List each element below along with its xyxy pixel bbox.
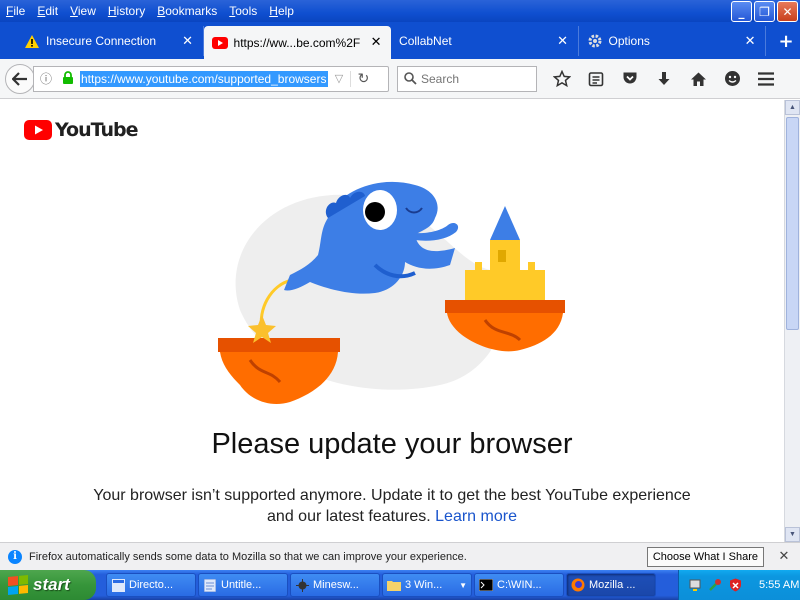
network-icon[interactable] (687, 577, 703, 593)
close-window-button[interactable]: ✕ (777, 1, 798, 22)
youtube-logo-text: YouTube (55, 119, 138, 141)
youtube-logo-icon (24, 120, 52, 140)
scroll-down-icon[interactable]: ▼ (785, 527, 800, 542)
search-input[interactable] (421, 71, 531, 86)
warning-icon (24, 33, 40, 49)
back-arrow-icon (12, 71, 27, 86)
minesweeper-icon (295, 578, 309, 592)
choose-what-i-share-button[interactable]: Choose What I Share (646, 546, 764, 567)
task-minesweeper[interactable]: Minesw... (290, 573, 380, 597)
url-dropdown-icon[interactable]: ▽ (328, 72, 350, 85)
search-box[interactable] (397, 65, 537, 92)
scroll-thumb[interactable] (786, 117, 799, 330)
bookmark-star-icon[interactable] (545, 64, 579, 94)
info-icon[interactable]: ⓘ (40, 70, 58, 87)
tab-youtube[interactable]: https://ww...be.com%2F ✕ (203, 26, 392, 59)
task-label: Minesw... (313, 579, 359, 591)
home-icon[interactable] (681, 64, 715, 94)
task-label: Mozilla ... (589, 579, 636, 591)
tab-close-icon[interactable]: ✕ (743, 34, 757, 49)
group-chevron-icon: ▼ (459, 580, 467, 590)
back-button[interactable] (5, 63, 35, 94)
tab-close-icon[interactable]: ✕ (556, 34, 570, 49)
folder-icon (387, 578, 401, 592)
task-label: 3 Win... (405, 579, 443, 591)
navigation-toolbar: ⓘ ▽ ↻ (0, 59, 800, 99)
taskbar-tasks: Directo... Untitle... Minesw... 3 Win...… (106, 573, 658, 597)
task-label: Untitle... (221, 579, 262, 591)
youtube-icon (211, 35, 228, 51)
tab-label: Options (608, 34, 650, 48)
gear-icon (587, 33, 603, 49)
pocket-icon[interactable] (613, 64, 647, 94)
body-message: Your browser isn’t supported anymore. Up… (93, 487, 691, 525)
page-heading: Please update your browser (211, 428, 573, 460)
menu-history[interactable]: History (102, 4, 151, 18)
url-input[interactable] (80, 70, 328, 87)
menu-help[interactable]: Help (263, 4, 300, 18)
ie-icon (111, 578, 125, 592)
new-tab-button[interactable]: + (772, 26, 800, 56)
start-label: start (33, 575, 70, 594)
tab-strip: Insecure Connection ✕ https://ww...be.co… (0, 22, 800, 59)
scroll-up-icon[interactable]: ▲ (785, 100, 800, 115)
start-button[interactable]: start (0, 570, 96, 600)
page-body-text: Your browser isn’t supported anymore. Up… (92, 485, 692, 527)
tab-insecure-connection[interactable]: Insecure Connection ✕ (16, 26, 204, 56)
search-icon (404, 72, 417, 85)
menu-tools[interactable]: Tools (223, 4, 263, 18)
taskbar: start Directo... Untitle... Minesw... 3 … (0, 570, 800, 600)
tab-collabnet[interactable]: CollabNet ✕ (391, 26, 579, 56)
tab-label: CollabNet (399, 34, 452, 48)
tab-options[interactable]: Options ✕ (579, 26, 767, 56)
notepad-icon (203, 578, 217, 592)
security-shield-icon[interactable] (727, 577, 743, 593)
notification-text: Firefox automatically sends some data to… (29, 550, 467, 563)
firefox-icon (571, 578, 585, 592)
reader-list-icon[interactable] (579, 64, 613, 94)
page-content: YouTube Please update your browser Your … (0, 100, 784, 542)
task-mozilla-firefox[interactable]: Mozilla ... (566, 573, 656, 597)
url-bar[interactable]: ⓘ ▽ ↻ (33, 65, 389, 92)
task-command-prompt[interactable]: C:\WIN... (474, 573, 564, 597)
youtube-logo[interactable]: YouTube (24, 119, 138, 141)
task-untitled[interactable]: Untitle... (198, 573, 288, 597)
learn-more-link[interactable]: Learn more (435, 508, 517, 525)
notification-bar: i Firefox automatically sends some data … (0, 542, 800, 570)
system-tray: 5:55 AM (678, 570, 800, 600)
menu-view[interactable]: View (64, 4, 102, 18)
tab-close-icon[interactable]: ✕ (181, 34, 195, 49)
menu-bookmarks[interactable]: Bookmarks (151, 4, 223, 18)
menu-file[interactable]: File (0, 4, 31, 18)
hamburger-menu-icon[interactable] (749, 64, 783, 94)
task-directory[interactable]: Directo... (106, 573, 196, 597)
download-icon[interactable] (647, 64, 681, 94)
windows-flag-icon (8, 574, 28, 596)
window-controls: _ ❐ ✕ (731, 1, 798, 22)
cmd-icon (479, 578, 493, 592)
feedback-smiley-icon[interactable] (715, 64, 749, 94)
tab-label: Insecure Connection (46, 34, 157, 48)
task-windows-explorer[interactable]: 3 Win... ▼ (382, 573, 472, 597)
vertical-scrollbar[interactable]: ▲ ▼ (784, 100, 800, 542)
tools-icon[interactable] (707, 577, 723, 593)
clock: 5:55 AM (759, 579, 800, 591)
menu-edit[interactable]: Edit (31, 4, 64, 18)
tab-label: https://ww...be.com%2F (233, 35, 361, 50)
task-label: C:\WIN... (497, 579, 542, 591)
browser-update-illustration (218, 181, 565, 405)
menu-bar: File Edit View History Bookmarks Tools H… (0, 0, 800, 22)
task-label: Directo... (129, 579, 174, 591)
toolbar-icons (545, 64, 783, 94)
lock-icon (62, 70, 76, 87)
notification-close-icon[interactable]: ✕ (774, 549, 794, 564)
tab-close-icon[interactable]: ✕ (369, 35, 383, 50)
maximize-button[interactable]: ❐ (754, 1, 775, 22)
info-icon: i (8, 549, 22, 564)
reload-icon[interactable]: ↻ (350, 70, 376, 87)
minimize-button[interactable]: _ (731, 1, 752, 22)
